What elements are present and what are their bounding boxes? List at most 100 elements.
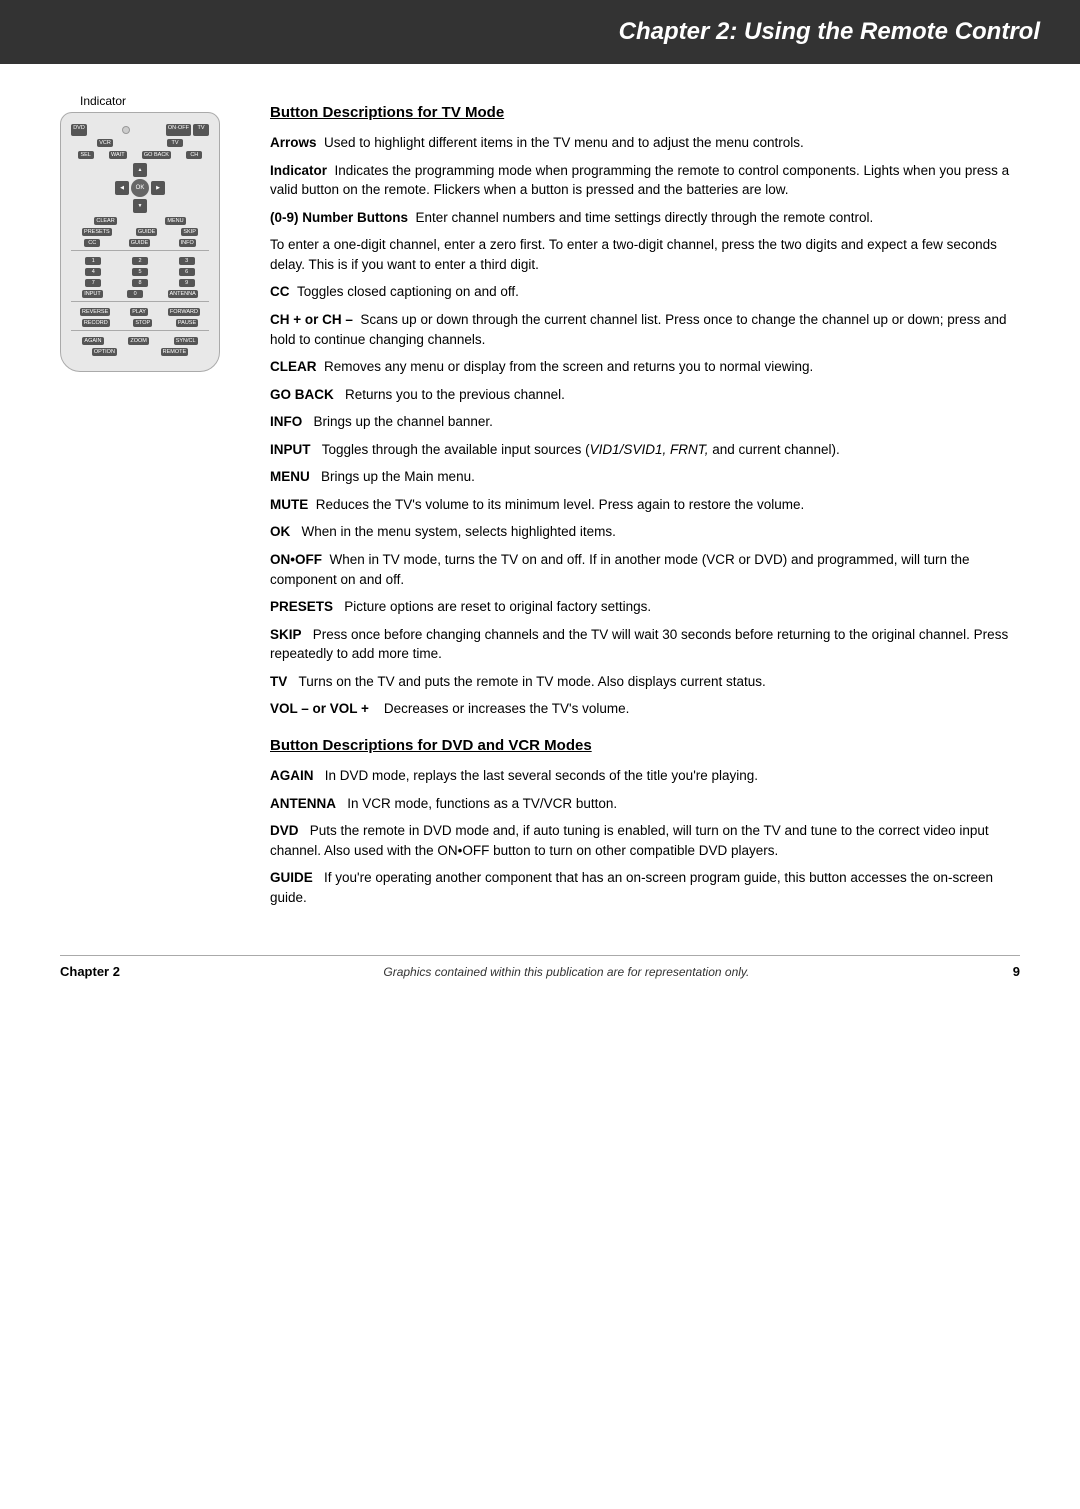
term-info: INFO [270, 414, 302, 429]
term-onoff: ON•OFF [270, 552, 322, 567]
remote-zoom-btn: ZOOM [128, 337, 149, 345]
remote-ch-btn: CH [186, 151, 202, 159]
tv-mode-heading: Button Descriptions for TV Mode [270, 104, 1020, 121]
remote-vcr-btn: VCR [97, 139, 113, 147]
remote-bottom-section: AGAIN ZOOM SYN/CL OPTION REMOTE [71, 330, 209, 356]
term-clear: CLEAR [270, 359, 317, 374]
remote-record-btn: RECORD [82, 319, 110, 327]
remote-menu-btn: MENU [165, 217, 185, 225]
input-italic: VID1/SVID1, FRNT, [590, 442, 709, 457]
footer-chapter-label: Chapter 2 [60, 964, 120, 979]
desc-mute: MUTE Reduces the TV's volume to its mini… [270, 495, 1020, 515]
remote-onoff-btn: ON·OFF [166, 124, 191, 136]
desc-guide: GUIDE If you're operating another compon… [270, 868, 1020, 907]
remote-antenna-btn: ANTENNA [168, 290, 198, 298]
desc-onoff: ON•OFF When in TV mode, turns the TV on … [270, 550, 1020, 589]
remote-guide2-btn: GUIDE [129, 239, 150, 247]
term-cc: CC [270, 284, 290, 299]
remote-sel-btn: SEL [78, 151, 94, 159]
desc-cc: CC Toggles closed captioning on and off. [270, 282, 1020, 302]
term-arrows: Arrows [270, 135, 317, 150]
remote-column: Indicator DVD ON·OFF TV VCR TV SEL WAIT [60, 94, 240, 915]
remote-goback-btn: GO BACK [142, 151, 171, 159]
remote-0-btn: 0 [127, 290, 143, 298]
desc-again: AGAIN In DVD mode, replays the last seve… [270, 766, 1020, 786]
desc-ok: OK When in the menu system, selects high… [270, 522, 1020, 542]
remote-dvd-btn: DVD [71, 124, 87, 136]
term-vol: VOL – or VOL + [270, 701, 369, 716]
remote-presets-btn: PRESETS [82, 228, 112, 236]
page-footer: Chapter 2 Graphics contained within this… [60, 955, 1020, 979]
remote-5-btn: 5 [132, 268, 148, 276]
term-antenna: ANTENNA [270, 796, 336, 811]
remote-2-btn: 2 [132, 257, 148, 265]
remote-forward-btn: FORWARD [168, 308, 200, 316]
desc-input: INPUT Toggles through the available inpu… [270, 440, 1020, 460]
remote-tv2-btn: TV [167, 139, 183, 147]
remote-reverse-btn: REVERSE [80, 308, 110, 316]
text-column: Button Descriptions for TV Mode Arrows U… [270, 94, 1020, 915]
remote-tv-btn: TV [193, 124, 209, 136]
remote-control-image: DVD ON·OFF TV VCR TV SEL WAIT GO BACK CH [60, 112, 220, 372]
remote-dpad-up: ▲ [133, 163, 147, 177]
term-tv: TV [270, 674, 287, 689]
remote-dpad-down: ▼ [133, 199, 147, 213]
desc-antenna: ANTENNA In VCR mode, functions as a TV/V… [270, 794, 1020, 814]
remote-info-btn: INFO [179, 239, 196, 247]
remote-1-btn: 1 [85, 257, 101, 265]
remote-3-btn: 3 [179, 257, 195, 265]
remote-numpad-section: 1 2 3 4 5 6 7 8 9 INPUT [71, 250, 209, 298]
remote-6-btn: 6 [179, 268, 195, 276]
desc-indicator: Indicator Indicates the programming mode… [270, 161, 1020, 200]
remote-indicator-light [122, 126, 130, 134]
remote-option-btn: OPTION [92, 348, 117, 356]
desc-number-buttons: (0-9) Number Buttons Enter channel numbe… [270, 208, 1020, 228]
term-mute: MUTE [270, 497, 308, 512]
desc-one-digit: To enter a one-digit channel, enter a ze… [270, 235, 1020, 274]
two-column-layout: Indicator DVD ON·OFF TV VCR TV SEL WAIT [60, 94, 1020, 915]
term-guide: GUIDE [270, 870, 313, 885]
remote-syn-btn: SYN/CL [174, 337, 198, 345]
remote-7-btn: 7 [85, 279, 101, 287]
remote-dpad: ▲ ▼ ◀ ▶ OK [115, 163, 165, 213]
remote-again-btn: AGAIN [82, 337, 103, 345]
tv-mode-section: Button Descriptions for TV Mode Arrows U… [270, 104, 1020, 719]
term-skip: SKIP [270, 627, 302, 642]
remote-wait-btn: WAIT [109, 151, 127, 159]
remote-dpad-left: ◀ [115, 181, 129, 195]
term-menu: MENU [270, 469, 310, 484]
indicator-label: Indicator [80, 94, 240, 108]
dvd-vcr-heading: Button Descriptions for DVD and VCR Mode… [270, 737, 1020, 754]
remote-guide-btn: GUIDE [136, 228, 157, 236]
main-content: Indicator DVD ON·OFF TV VCR TV SEL WAIT [0, 94, 1080, 1019]
desc-arrows: Arrows Used to highlight different items… [270, 133, 1020, 153]
desc-ch: CH + or CH – Scans up or down through th… [270, 310, 1020, 349]
desc-info: INFO Brings up the channel banner. [270, 412, 1020, 432]
remote-cc-btn: CC [84, 239, 100, 247]
desc-goback: GO BACK Returns you to the previous chan… [270, 385, 1020, 405]
desc-tv: TV Turns on the TV and puts the remote i… [270, 672, 1020, 692]
dvd-vcr-section: Button Descriptions for DVD and VCR Mode… [270, 737, 1020, 907]
term-presets: PRESETS [270, 599, 333, 614]
remote-dpad-ok: OK [131, 179, 149, 197]
term-number-buttons: (0-9) Number Buttons [270, 210, 408, 225]
term-again: AGAIN [270, 768, 314, 783]
desc-menu: MENU Brings up the Main menu. [270, 467, 1020, 487]
desc-clear: CLEAR Removes any menu or display from t… [270, 357, 1020, 377]
remote-clear-btn: CLEAR [94, 217, 116, 225]
remote-remote-btn: REMOTE [161, 348, 189, 356]
remote-9-btn: 9 [179, 279, 195, 287]
footer-note: Graphics contained within this publicati… [383, 965, 749, 979]
desc-presets: PRESETS Picture options are reset to ori… [270, 597, 1020, 617]
desc-skip: SKIP Press once before changing channels… [270, 625, 1020, 664]
desc-vol: VOL – or VOL + Decreases or increases th… [270, 699, 1020, 719]
remote-pause-btn: PAUSE [176, 319, 198, 327]
term-input: INPUT [270, 442, 311, 457]
remote-4-btn: 4 [85, 268, 101, 276]
remote-stop-btn: STOP [133, 319, 152, 327]
footer-page-number: 9 [1013, 964, 1020, 979]
desc-dvd: DVD Puts the remote in DVD mode and, if … [270, 821, 1020, 860]
term-ok: OK [270, 524, 290, 539]
remote-transport-section: REVERSE PLAY FORWARD RECORD STOP PAUSE [71, 301, 209, 327]
remote-dpad-right: ▶ [151, 181, 165, 195]
